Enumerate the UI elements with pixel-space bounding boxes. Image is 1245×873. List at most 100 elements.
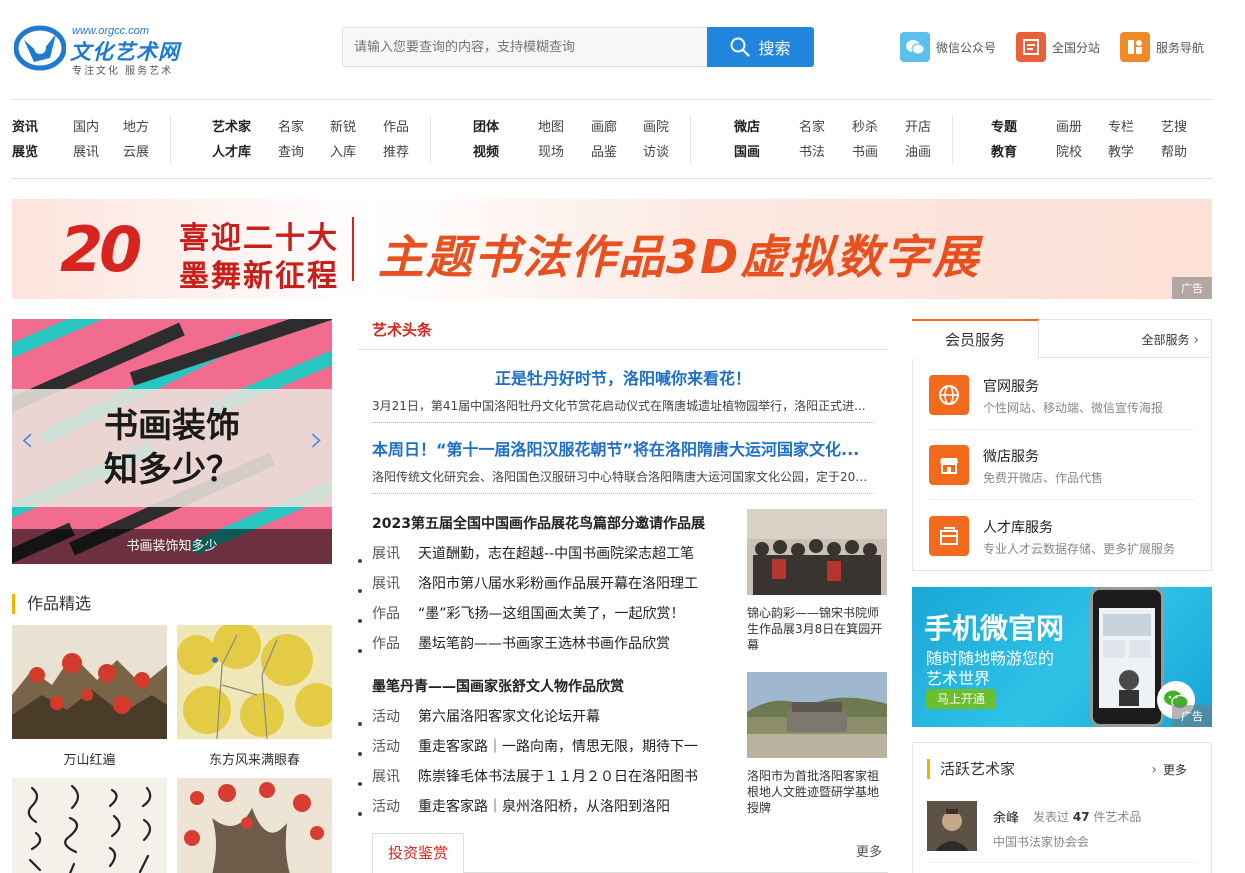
mobile-site-ad[interactable]: 手机微官网 随时随地畅游您的 艺术世界 马上开通 广告 [912, 587, 1212, 727]
nav-category[interactable]: 国画 [734, 141, 799, 160]
nav-item[interactable]: 推荐 [383, 141, 409, 160]
nav-item[interactable]: 作品 [383, 116, 409, 135]
list-item-title: 天道酬勤，志在超越--中国书画院梁志超工笔 [418, 546, 695, 562]
nav-category[interactable]: 微店 [734, 116, 799, 135]
nav-item[interactable]: 访谈 [643, 141, 669, 160]
service-item[interactable]: 官网服务 个性网站、移动端、微信宣传海报 [929, 360, 1195, 430]
top-link-branches[interactable]: 全国分站 [1016, 32, 1100, 62]
news-thumb[interactable]: 锦心韵彩——锦宋书院师生作品展3月8日在箕园开幕 [747, 509, 887, 653]
nav-row: 专题 画册 专栏 艺搜 [991, 113, 1187, 138]
nav-item[interactable]: 品鉴 [591, 141, 643, 160]
service-item[interactable]: 人才库服务 专业人才云数据存储、更多扩展服务 [929, 501, 1195, 571]
nav-category[interactable]: 专题 [991, 116, 1056, 135]
nav-item[interactable]: 新锐 [330, 116, 383, 135]
slider-next-icon[interactable]: › [310, 419, 324, 460]
artist-stat-prefix: 发表过 [1033, 810, 1070, 824]
tab-investment[interactable]: 投资鉴赏 [372, 833, 464, 873]
news-list-head[interactable]: 2023第五届全国中国画作品展花鸟篇部分邀请作品展 [358, 516, 705, 532]
work-image [177, 778, 332, 873]
list-item[interactable]: 活动 重走客家路｜一路向南，情思无限，期待下一 [358, 739, 698, 756]
top-link-service-nav[interactable]: 服务导航 [1120, 32, 1204, 62]
list-item[interactable]: 展讯 天道酬勤，志在超越--中国书画院梁志超工笔 [358, 546, 695, 563]
more-label: 更多 [1162, 763, 1187, 777]
work-item[interactable]: 万山红遍 [12, 625, 167, 768]
nav-item[interactable]: 画院 [643, 116, 669, 135]
nav-category[interactable]: 艺术家 [212, 116, 278, 135]
nav-category[interactable]: 教育 [991, 141, 1056, 160]
nav-item[interactable]: 地方 [123, 116, 149, 135]
news-list-head[interactable]: 墨笔丹青——国画家张舒文人物作品欣赏 [358, 679, 624, 695]
headline-item[interactable]: 正是牡丹好时节，洛阳喊你来看花！ 3月21日，第41届中国洛阳牡丹文化节赏花启动… [372, 365, 874, 423]
work-item[interactable] [12, 778, 167, 873]
nav-item[interactable]: 艺搜 [1161, 116, 1187, 135]
work-item[interactable]: 东方风来满眼春 [177, 621, 339, 768]
bullet [358, 782, 362, 786]
list-item[interactable]: 展讯 洛阳市第八届水彩粉画作品展开幕在洛阳理工 [358, 576, 698, 593]
nav-item[interactable]: 名家 [799, 116, 852, 135]
work-item[interactable] [177, 778, 332, 873]
nav-category[interactable]: 团体 [473, 116, 538, 135]
nav-item[interactable]: 油画 [905, 141, 931, 160]
list-item[interactable]: 作品 “墨”彩飞扬—这组国画太美了，一起欣赏！ [358, 606, 685, 623]
news-thumb-image [747, 672, 887, 758]
tab-headlines[interactable]: 艺术头条 [372, 319, 432, 340]
nav-category[interactable]: 视频 [473, 141, 538, 160]
artist-work-count: 47 [1072, 810, 1090, 824]
nav-category[interactable]: 人才库 [212, 141, 278, 160]
banner-divider [352, 217, 354, 281]
nav-item[interactable]: 专栏 [1108, 116, 1161, 135]
nav-item[interactable]: 云展 [123, 141, 149, 160]
nav-category[interactable]: 资讯 [12, 116, 73, 135]
service-item[interactable]: 微店服务 免费开微店、作品代售 [929, 430, 1195, 500]
nav-item[interactable]: 查询 [278, 141, 330, 160]
banner-ad[interactable]: 20 喜迎二十大 墨舞新征程 主题书法作品3D虚拟数字展 广告 [12, 199, 1212, 299]
more-link[interactable]: 更多 [856, 841, 882, 860]
list-item-title: 洛阳市第八届水彩粉画作品展开幕在洛阳理工 [418, 576, 698, 592]
list-item[interactable]: 作品 墨坛笔韵——书画家王选林书画作品欣赏 [358, 636, 670, 653]
nav-item[interactable]: 画册 [1056, 116, 1108, 135]
image-slider[interactable]: 书画装饰 知多少？ ‹ › 书画装饰知多少 [12, 319, 332, 564]
nav-item[interactable]: 院校 [1056, 141, 1108, 160]
nav-item[interactable]: 帮助 [1161, 141, 1187, 160]
list-item-title: 墨坛笔韵——书画家王选林书画作品欣赏 [418, 636, 670, 652]
nav-category[interactable]: 展览 [12, 141, 73, 160]
nav-item[interactable]: 教学 [1108, 141, 1161, 160]
more-link[interactable]: › 更多 [1151, 761, 1187, 778]
service-name: 微店服务 [983, 449, 1039, 465]
globe-icon [929, 375, 969, 415]
artist-item[interactable]: 余峰 发表过 47 件艺术品 中国书法家协会会 [927, 801, 1197, 863]
nav-item[interactable]: 画廊 [591, 116, 643, 135]
headline-desc: 3月21日，第41届中国洛阳牡丹文化节赏花启动仪式在隋唐城遗址植物园举行，洛阳正… [372, 399, 866, 413]
search-input[interactable] [342, 27, 708, 67]
nav-item[interactable]: 书画 [852, 141, 905, 160]
nav-icon [1120, 32, 1151, 62]
list-item[interactable]: 展讯 陈崇锋毛体书法展于１１月２０日在洛阳图书 [358, 769, 698, 786]
nav-item[interactable]: 地图 [538, 116, 591, 135]
logo-mark-icon [14, 25, 66, 71]
headline-item[interactable]: 本周日！“第十一届洛阳汉服花朝节”将在洛阳隋唐大运河国家文化... 洛阳传统文化… [372, 436, 874, 494]
logo-slogan: 专注文化 服务艺术 [72, 66, 174, 77]
nav-item[interactable]: 秒杀 [852, 116, 905, 135]
nav-group-artists: 艺术家 名家 新锐 作品 人才库 查询 入库 推荐 [212, 113, 432, 169]
slider-prev-icon[interactable]: ‹ [20, 419, 34, 460]
list-item-category: 作品 [372, 606, 400, 622]
list-item[interactable]: 活动 第六届洛阳客家文化论坛开幕 [358, 709, 600, 726]
nav-item[interactable]: 书法 [799, 141, 852, 160]
news-thumb[interactable]: 洛阳市为首批洛阳客家祖根地人文胜迹暨研学基地授牌 [747, 672, 887, 816]
top-link-wechat[interactable]: 微信公众号 [900, 32, 996, 62]
search-button[interactable]: 搜索 [707, 27, 814, 67]
nav-item[interactable]: 开店 [905, 116, 931, 135]
nav-item[interactable]: 国内 [73, 116, 123, 135]
nav-item[interactable]: 现场 [538, 141, 591, 160]
slider-title-line: 知多少？ [104, 450, 240, 490]
nav-item[interactable]: 名家 [278, 116, 330, 135]
banner-number: 20 [60, 213, 142, 286]
nav-item[interactable]: 展讯 [73, 141, 123, 160]
all-services-link[interactable]: 全部服务 › [1142, 331, 1199, 348]
tab-member-services[interactable]: 会员服务 [912, 319, 1039, 359]
list-item[interactable]: 活动 重走客家路｜泉州洛阳桥，从洛阳到洛阳 [358, 799, 670, 816]
nav-item[interactable]: 入库 [330, 141, 383, 160]
site-logo[interactable]: www.orgcc.com 文化艺术网 专注文化 服务艺术 [14, 22, 204, 77]
open-now-button[interactable]: 马上开通 [926, 689, 996, 709]
member-services: 会员服务 全部服务 › 官网服务 个性网站、移动端、微信宣传海报 微店服务 免费… [912, 319, 1212, 571]
